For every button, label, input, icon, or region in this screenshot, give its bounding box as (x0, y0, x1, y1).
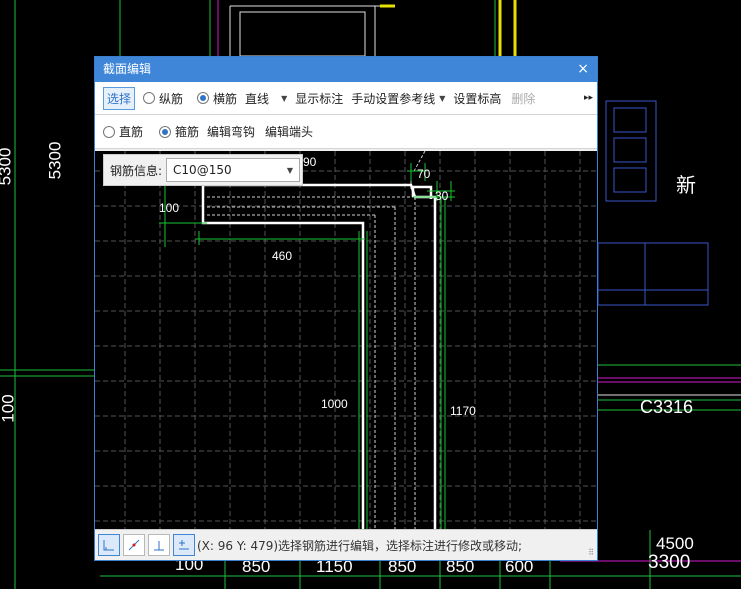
dim-label[interactable]: 90 (303, 155, 316, 169)
set-elevation-button[interactable]: 设置标高 (453, 90, 501, 107)
more-icon[interactable]: ▸▸ (584, 93, 593, 103)
longitudinal-radio[interactable]: 纵筋 (143, 90, 183, 107)
cad-left-dim: 100 (0, 394, 18, 423)
radio-icon (103, 125, 115, 138)
stirrup-label: 箍筋 (175, 125, 200, 139)
status-text: (X: 96 Y: 479)选择钢筋进行编辑，选择标注进行修改或移动; (197, 538, 523, 553)
show-dim-button[interactable]: 显示标注 (295, 90, 343, 107)
transverse-radio[interactable]: 横筋 (197, 90, 237, 107)
straight-rebar-radio[interactable]: 直筋 (103, 123, 143, 140)
cad-dim: 4500 (656, 534, 694, 553)
edit-end-button[interactable]: 编辑端头 (265, 123, 313, 140)
status-bar: (X: 96 Y: 479)选择钢筋进行编辑，选择标注进行修改或移动; ⠿ (95, 529, 597, 560)
dim-label[interactable]: 1170 (450, 404, 476, 418)
cad-left-dim: 5300 (0, 147, 15, 186)
longitudinal-label: 纵筋 (159, 91, 184, 106)
cad-label: C3316 (640, 397, 694, 417)
straight-label: 直筋 (119, 125, 144, 139)
transverse-label: 横筋 (213, 91, 238, 106)
stirrup-radio[interactable]: 箍筋 (159, 123, 199, 140)
radio-checked-icon (197, 92, 210, 104)
dialog-titlebar[interactable]: 截面编辑 × (95, 57, 597, 82)
radio-checked-icon (159, 125, 172, 138)
line-type-label: 直线 (245, 91, 270, 106)
edit-hook-button[interactable]: 编辑弯钩 (207, 123, 255, 140)
cad-dim: 3300 (648, 552, 691, 573)
ortho-snap-icon[interactable] (98, 534, 120, 556)
rebar-info-select[interactable]: C10@150 ▼ (166, 158, 301, 182)
rebar-info-panel: 钢筋信息: C10@150 ▼ (103, 154, 303, 186)
rebar-info-label: 钢筋信息: (110, 163, 163, 178)
dim-label[interactable]: 100 (159, 201, 179, 215)
angle-snap-icon[interactable] (123, 534, 145, 556)
delete-button[interactable]: 删除 (511, 90, 535, 107)
dim-label[interactable]: 460 (272, 249, 292, 263)
dialog-title: 截面编辑 (103, 62, 152, 76)
dim-label[interactable]: 30 (435, 189, 448, 203)
dimension-snap-icon[interactable] (173, 534, 195, 556)
cad-label: 新 (676, 175, 696, 197)
chevron-down-icon: ▼ (439, 93, 446, 103)
cad-left-dim: 5300 (45, 141, 65, 180)
resize-grip-icon[interactable]: ⠿ (588, 548, 594, 557)
drawing-canvas[interactable]: 钢筋信息: C10@150 ▼ 90 70 30 100 460 1000 11… (95, 151, 597, 531)
manual-ref-label: 手动设置参考线 (351, 91, 436, 106)
perpendicular-snap-icon[interactable] (148, 534, 170, 556)
section-edit-dialog: 截面编辑 × 选择 纵筋 横筋 直线 ▼ 显示标注 手动设置参考线 ▼ 设置标高 删… (94, 56, 598, 561)
rebar-info-value: C10@150 (173, 163, 232, 177)
toolbar-secondary: 直筋 箍筋 编辑弯钩 编辑端头 (95, 115, 597, 149)
manual-ref-dropdown[interactable]: 手动设置参考线 ▼ (351, 90, 445, 107)
radio-icon (143, 92, 156, 104)
chevron-down-icon: ▼ (286, 165, 294, 175)
select-button[interactable]: 选择 (103, 86, 136, 110)
line-type-dropdown[interactable]: 直线 ▼ (245, 90, 287, 107)
dim-label[interactable]: 70 (417, 167, 430, 181)
chevron-down-icon: ▼ (281, 93, 288, 103)
close-button[interactable]: × (577, 57, 589, 82)
toolbar-primary: 选择 纵筋 横筋 直线 ▼ 显示标注 手动设置参考线 ▼ 设置标高 删除 ▸▸ (95, 82, 597, 115)
dim-label[interactable]: 1000 (321, 397, 348, 411)
